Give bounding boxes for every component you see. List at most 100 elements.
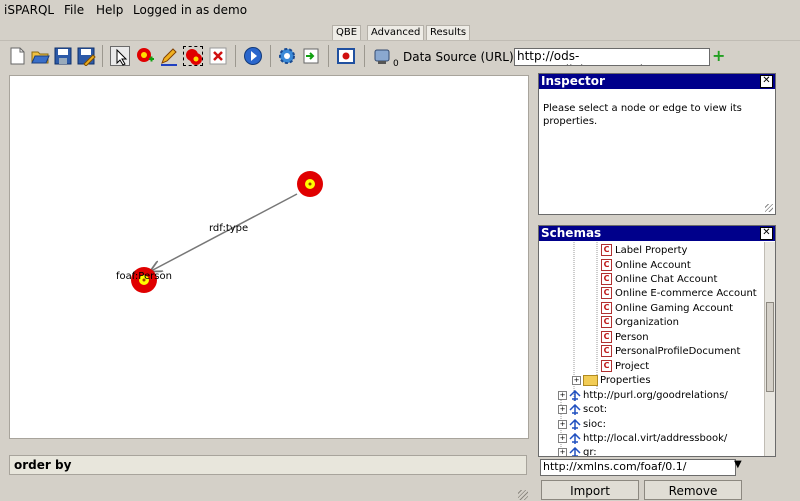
dataset-count: 0 [393, 59, 399, 69]
tab-advanced[interactable]: Advanced [367, 25, 425, 41]
tree-item-class[interactable]: C Online Account [601, 259, 691, 272]
resize-grip-icon[interactable] [518, 490, 528, 500]
remove-button[interactable]: Remove [644, 480, 742, 500]
tree-item-label: sioc: [583, 419, 606, 430]
class-icon: C [601, 302, 612, 314]
tree-item-class[interactable]: C Person [601, 331, 649, 344]
import-icon[interactable] [301, 46, 321, 66]
edge-label[interactable]: rdf:type [209, 223, 248, 234]
class-icon: C [601, 360, 612, 372]
select-arrow-icon[interactable] [110, 46, 130, 66]
new-file-icon[interactable] [7, 46, 27, 66]
open-folder-icon[interactable] [30, 46, 50, 66]
toolbar-separator [364, 45, 365, 67]
tabs-divider [0, 40, 800, 41]
tree-item-class[interactable]: C Online Gaming Account [601, 302, 733, 315]
graph-svg [131, 171, 323, 293]
expand-icon[interactable]: + [558, 433, 567, 443]
resize-grip-icon[interactable] [765, 204, 773, 212]
tree-item-namespace[interactable]: + sioc: [558, 418, 606, 431]
close-icon[interactable]: ✕ [760, 75, 773, 88]
schemas-panel: Schemas ✕ C Label Property C Online Accoun… [538, 225, 776, 457]
tab-qbe[interactable]: QBE [332, 25, 362, 41]
add-datasource-button[interactable]: + [712, 48, 725, 64]
tree-item-label: PersonalProfileDocument [615, 346, 741, 357]
tree-item-label: Project [615, 361, 650, 372]
node-label[interactable]: foaf:Person [116, 271, 172, 282]
expand-icon[interactable]: + [572, 375, 581, 385]
tree-item-namespace[interactable]: + http://purl.org/goodrelations/ [558, 389, 728, 402]
add-node-icon[interactable] [135, 46, 155, 66]
expand-icon[interactable]: + [558, 447, 567, 456]
class-icon: C [601, 331, 612, 343]
datasource-input[interactable]: http://ods-qa.openlinksw.com/datasp [514, 48, 710, 66]
class-icon: C [601, 345, 612, 357]
tree-item-label: scot: [583, 404, 608, 415]
tree-item-label: Organization [615, 317, 679, 328]
tree-item-class[interactable]: C Project [601, 360, 649, 373]
app-title: iSPARQL [4, 3, 55, 17]
tree-item-properties[interactable]: + Properties [572, 374, 651, 387]
namespace-icon [569, 446, 581, 456]
close-icon[interactable]: ✕ [760, 227, 773, 240]
tree-item-label: Properties [600, 375, 651, 386]
toolbar-separator [235, 45, 236, 67]
toolbar-separator [102, 45, 103, 67]
expand-icon[interactable]: + [558, 404, 567, 414]
class-icon: C [601, 273, 612, 285]
group-nodes-icon[interactable] [183, 46, 203, 66]
settings-icon[interactable] [277, 46, 297, 66]
tree-item-class[interactable]: C Online Chat Account [601, 273, 717, 286]
order-by-label: order by [14, 458, 72, 472]
delete-icon[interactable] [208, 46, 228, 66]
dropdown-arrow-icon[interactable]: ▼ [734, 459, 742, 470]
tree-item-label: Label Property [615, 245, 688, 256]
menu-file[interactable]: File [64, 3, 84, 17]
tree-item-label: Online Chat Account [615, 274, 718, 285]
tree-item-label: http://local.virt/addressbook/ [583, 433, 728, 444]
namespace-icon [569, 403, 581, 415]
login-status: Logged in as demo [133, 3, 248, 17]
class-icon: C [601, 316, 612, 328]
inspector-title: Inspector [539, 74, 775, 89]
tree-item-namespace[interactable]: + scot: [558, 403, 607, 416]
tree-item-class[interactable]: C Label Property [601, 244, 687, 257]
inspector-message: Please select a node or edge to view its… [543, 103, 742, 127]
order-by-bar[interactable]: order by [9, 455, 527, 475]
expand-icon[interactable]: + [558, 419, 567, 429]
tree-item-label: Online Account [615, 260, 691, 271]
query-icon[interactable] [336, 46, 356, 66]
tab-results[interactable]: Results [426, 25, 471, 41]
save-as-icon[interactable] [76, 46, 96, 66]
dataset-icon[interactable] [372, 46, 392, 66]
tree-item-namespace[interactable]: + gr: [558, 446, 597, 456]
namespace-icon [569, 389, 581, 401]
schema-url-input[interactable]: http://xmlns.com/foaf/0.1/ [540, 459, 736, 476]
schemas-title: Schemas [539, 226, 775, 241]
tree-item-label: Online Gaming Account [615, 303, 734, 314]
folder-icon [583, 374, 598, 386]
toolbar-separator [328, 45, 329, 67]
inspector-panel: Inspector ✕ Please select a node or edge… [538, 73, 776, 215]
import-button[interactable]: Import [541, 480, 639, 500]
namespace-icon [569, 432, 581, 444]
scrollbar-thumb[interactable] [766, 302, 774, 392]
tree-item-namespace[interactable]: + http://local.virt/addressbook/ [558, 432, 727, 445]
run-icon[interactable] [243, 46, 263, 66]
toolbar-separator [270, 45, 271, 67]
expand-icon[interactable]: + [558, 390, 567, 400]
datasource-label: Data Source (URL): [403, 50, 518, 64]
schemas-scrollbar[interactable] [764, 242, 775, 456]
menu-help[interactable]: Help [96, 3, 123, 17]
graph-node-subject[interactable] [297, 171, 323, 197]
tree-item-class[interactable]: C PersonalProfileDocument [601, 345, 740, 358]
class-icon: C [601, 259, 612, 271]
save-icon[interactable] [53, 46, 73, 66]
tree-item-class[interactable]: C Online E-commerce Account [601, 287, 757, 300]
query-canvas[interactable]: rdf:type foaf:Person [9, 75, 529, 439]
class-icon: C [601, 244, 612, 256]
edit-pencil-icon[interactable] [159, 46, 179, 66]
tree-item-label: http://purl.org/goodrelations/ [583, 390, 728, 401]
tree-item-class[interactable]: C Organization [601, 316, 679, 329]
tree-item-label: Online E-commerce Account [615, 288, 757, 299]
